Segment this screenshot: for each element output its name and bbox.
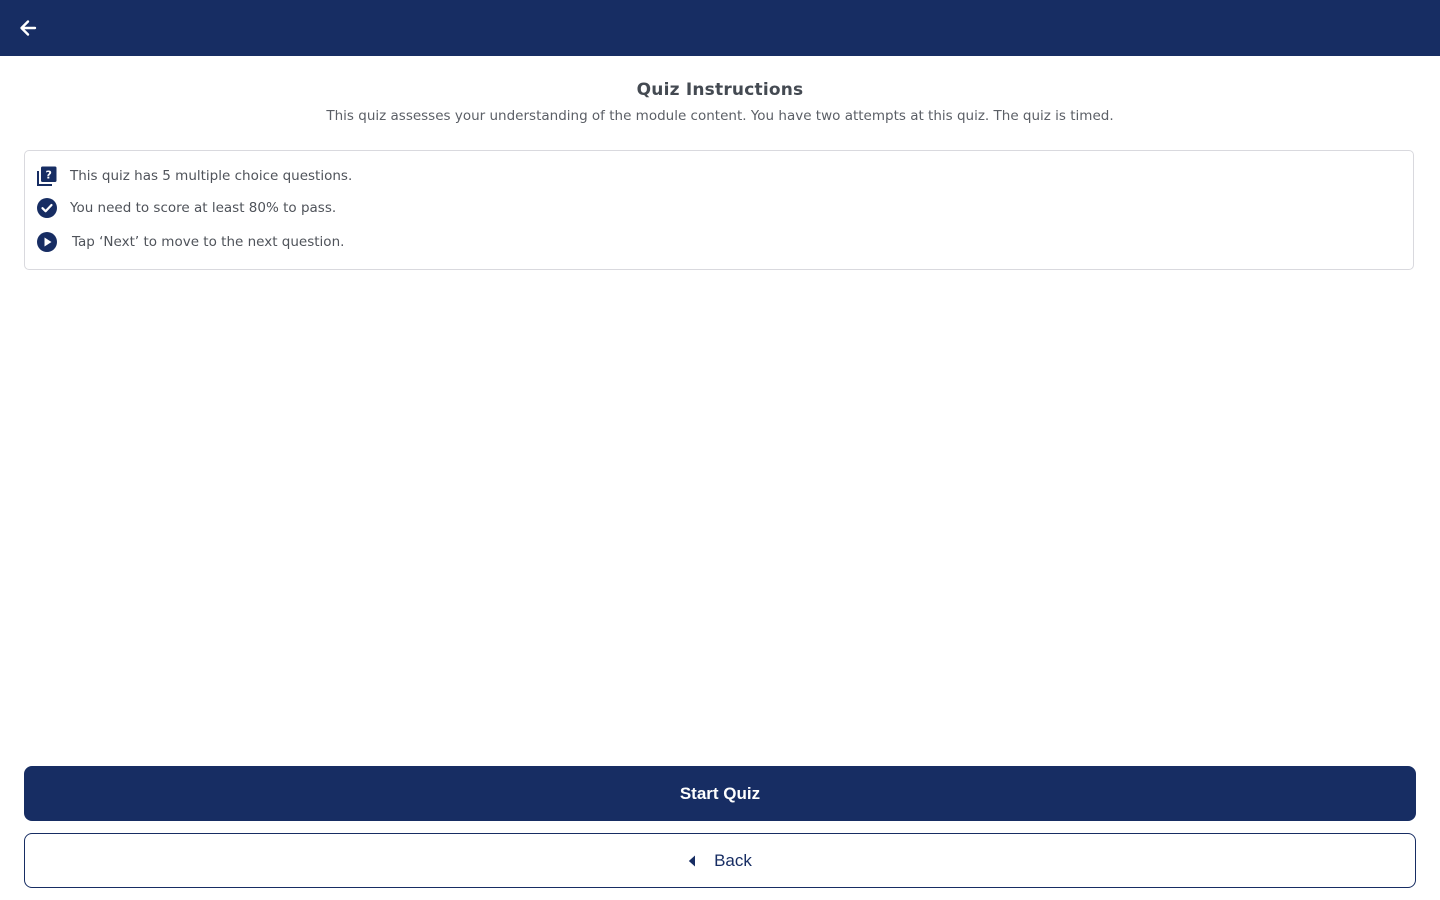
instructions-box: ? This quiz has 5 multiple choice questi… (24, 150, 1414, 270)
page-title: Quiz Instructions (636, 80, 804, 100)
instruction-item-next: Tap ‘Next’ to move to the next question. (36, 231, 344, 253)
instruction-text: This quiz has 5 multiple choice question… (70, 168, 353, 184)
back-button[interactable]: Back (24, 833, 1416, 888)
back-label: Back (714, 850, 752, 870)
svg-text:?: ? (46, 169, 52, 182)
check-circle-icon (36, 197, 58, 219)
start-quiz-button[interactable]: Start Quiz (24, 766, 1416, 821)
start-quiz-label: Start Quiz (679, 783, 761, 803)
instruction-text: You need to score at least 80% to pass. (70, 200, 337, 216)
play-circle-icon (36, 231, 58, 253)
arrow-left-icon[interactable] (14, 14, 42, 42)
quiz-questions-icon: ? (36, 165, 58, 187)
quiz-header: Quiz Instructions This quiz assesses you… (0, 56, 1440, 124)
instruction-item-pass-score: You need to score at least 80% to pass. (36, 197, 336, 219)
caret-left-icon (688, 855, 696, 867)
page-subtitle: This quiz assesses your understanding of… (326, 108, 1114, 124)
app-bar (0, 0, 1440, 56)
instruction-item-questions: ? This quiz has 5 multiple choice questi… (36, 165, 352, 187)
instruction-text: Tap ‘Next’ to move to the next question. (72, 234, 345, 250)
